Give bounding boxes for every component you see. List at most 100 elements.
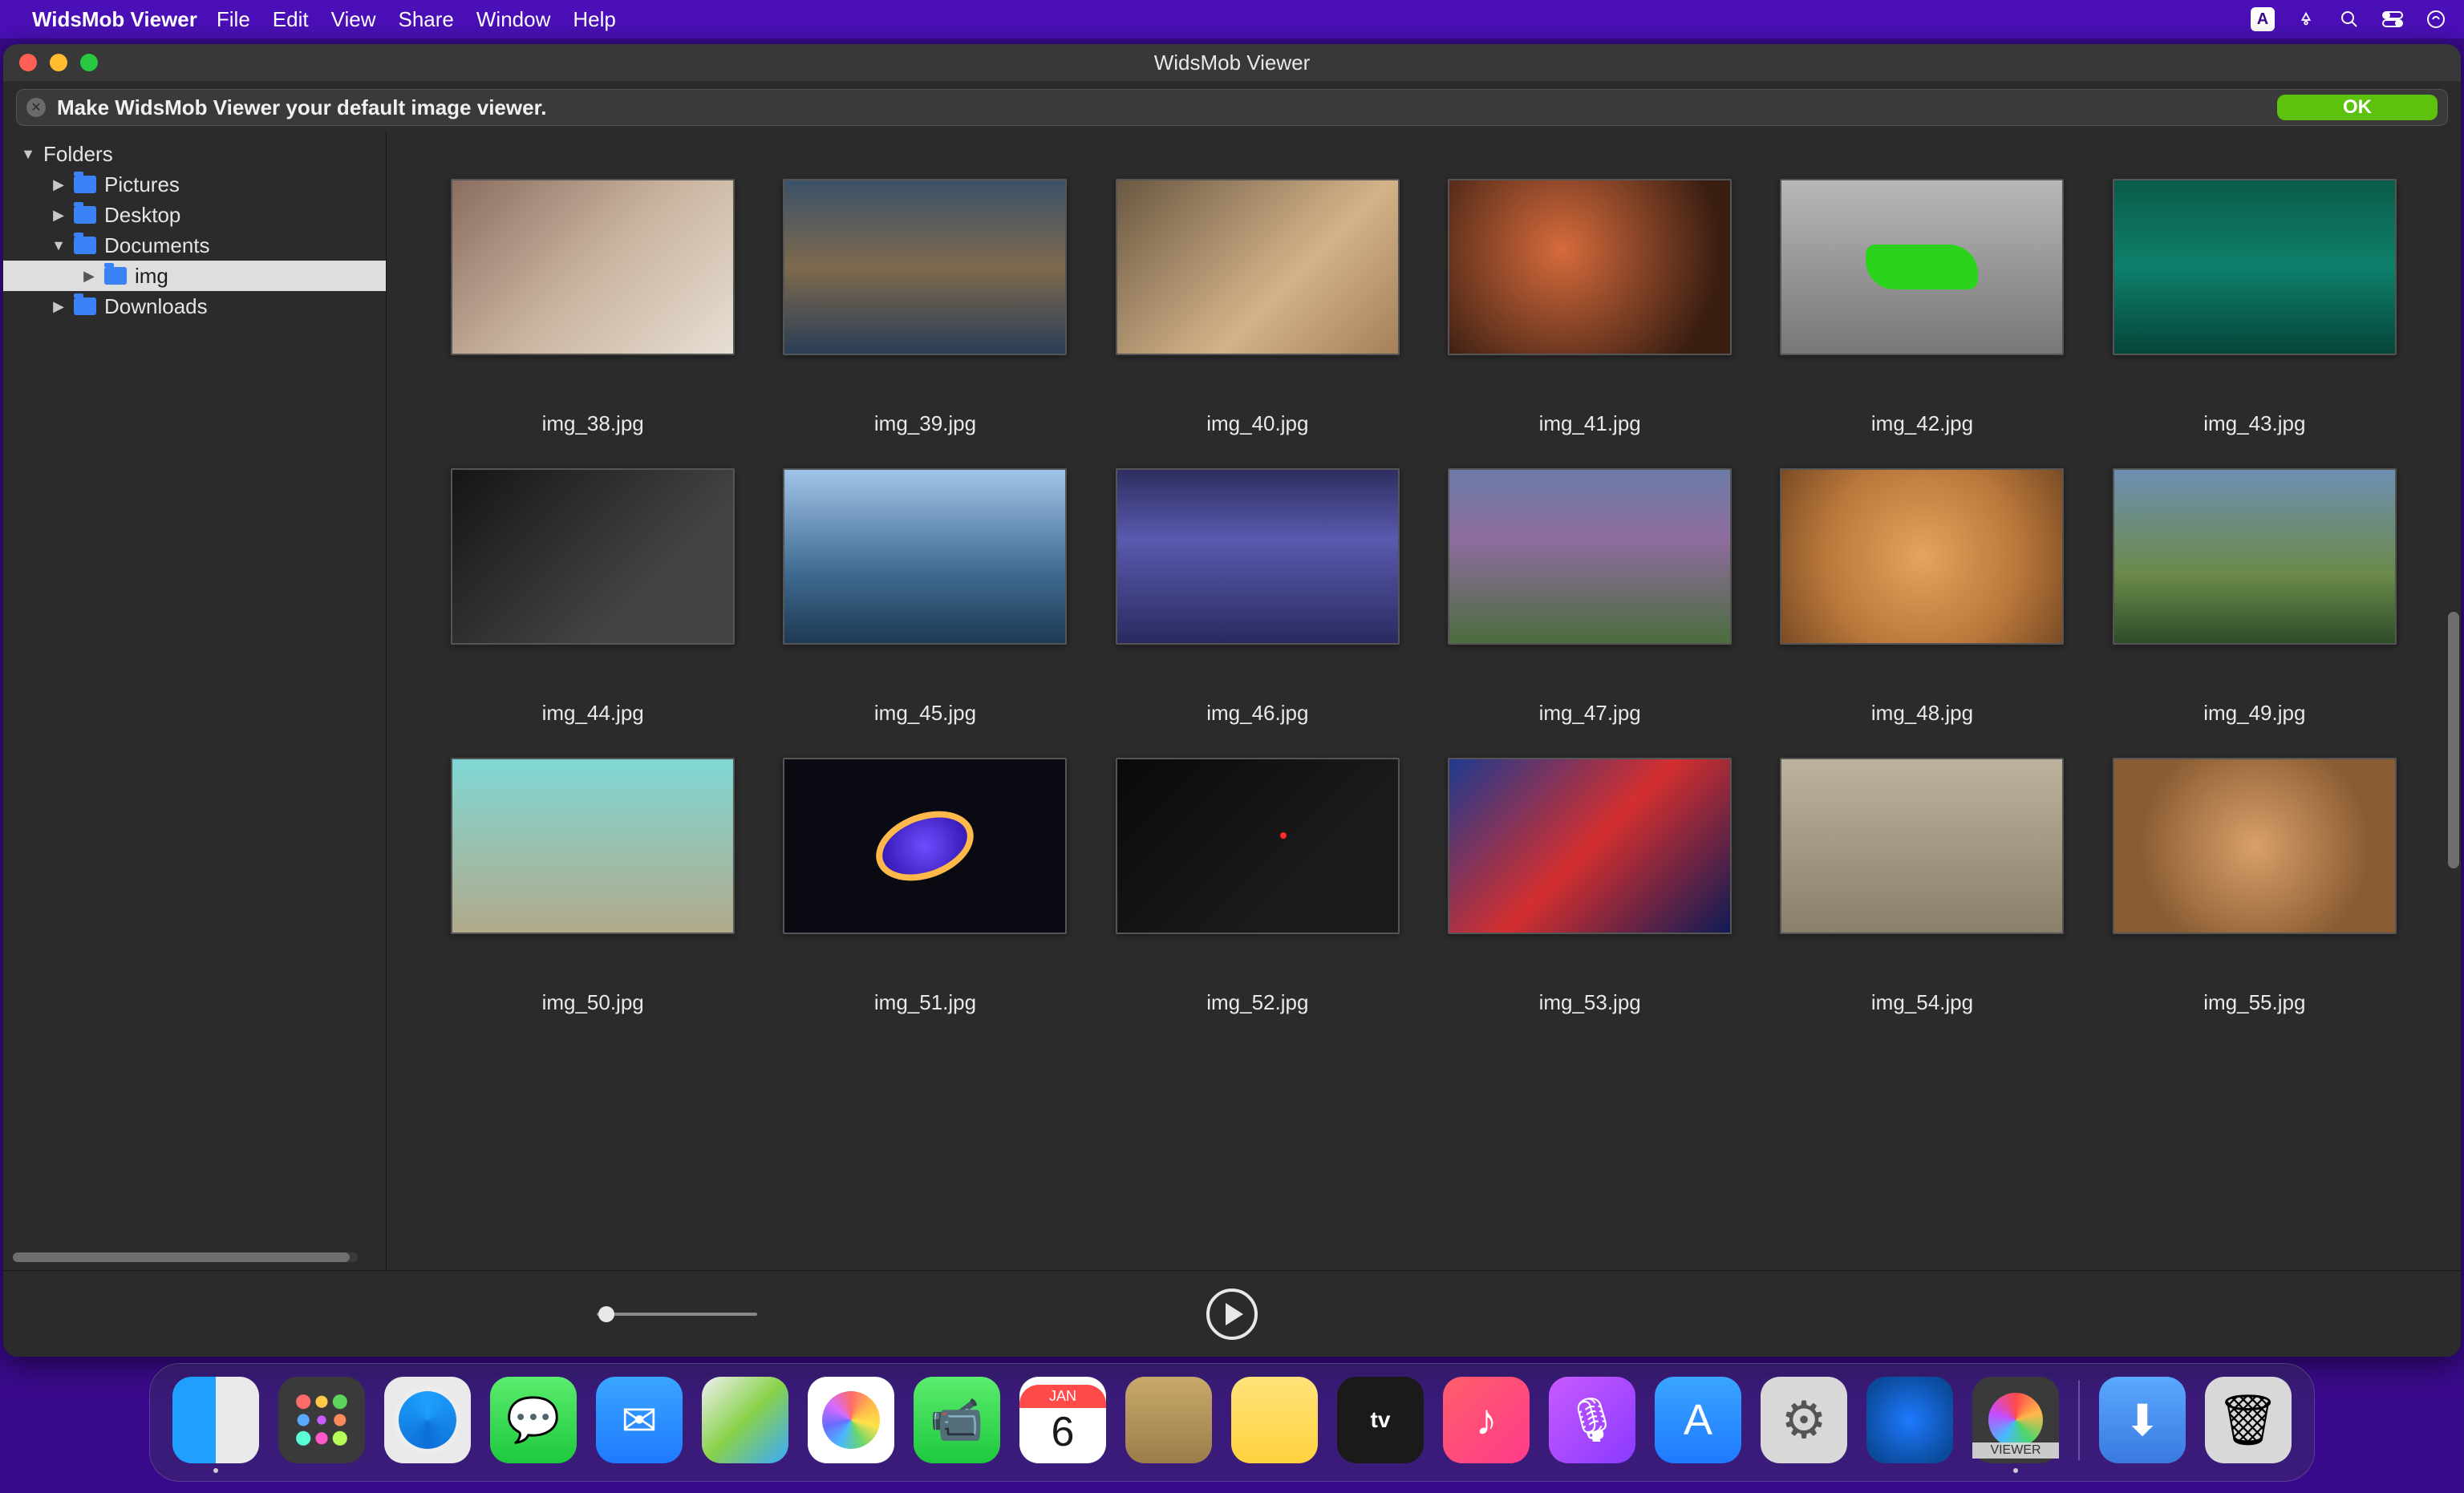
menu-help[interactable]: Help <box>573 7 615 32</box>
dock-downloads-icon[interactable]: ⬇ <box>2099 1377 2186 1463</box>
dock-notes-icon[interactable] <box>1231 1377 1318 1463</box>
content-vertical-scrollbar[interactable] <box>2448 131 2459 1270</box>
thumbnail-item[interactable]: img_43.jpg <box>2097 179 2413 436</box>
dock-calendar-icon[interactable]: JAN 6 <box>1019 1377 1106 1463</box>
menu-edit[interactable]: Edit <box>273 7 309 32</box>
thumbnail-filename: img_44.jpg <box>542 701 644 726</box>
titlebar: WidsMob Viewer <box>3 44 2461 81</box>
banner-ok-button[interactable]: OK <box>2277 95 2438 120</box>
dock-trash-icon[interactable] <box>2205 1377 2292 1463</box>
thumbnail-item[interactable]: img_42.jpg <box>1764 179 2080 436</box>
thumbnail-item[interactable]: img_51.jpg <box>767 758 1083 1015</box>
dock-finder-icon[interactable] <box>172 1377 259 1463</box>
dock-launchpad-icon[interactable] <box>278 1377 365 1463</box>
thumbnail-item[interactable]: img_41.jpg <box>1432 179 1748 436</box>
dock-photos-icon[interactable] <box>808 1377 894 1463</box>
dock-music-icon[interactable]: ♪ <box>1443 1377 1530 1463</box>
window-minimize-button[interactable] <box>50 54 67 71</box>
thumbnail-filename: img_41.jpg <box>1539 411 1641 436</box>
thumbnail-image <box>1116 468 1400 645</box>
input-method-icon[interactable]: A <box>2251 7 2275 31</box>
thumbnail-item[interactable]: img_46.jpg <box>1100 468 1416 726</box>
thumbnail-filename: img_45.jpg <box>874 701 976 726</box>
thumbnail-filename: img_52.jpg <box>1206 990 1308 1015</box>
window-close-button[interactable] <box>19 54 37 71</box>
thumbnail-image <box>1448 468 1732 645</box>
dock-tv-icon[interactable]: tv <box>1337 1377 1424 1463</box>
thumbnail-filename: img_49.jpg <box>2203 701 2305 726</box>
thumbnail-filename: img_48.jpg <box>1871 701 1973 726</box>
spotlight-icon[interactable] <box>2337 7 2361 31</box>
thumbnail-image <box>451 758 735 934</box>
siri-icon[interactable] <box>2424 7 2448 31</box>
thumbnail-image <box>1780 468 2064 645</box>
thumbnail-item[interactable]: img_38.jpg <box>435 179 751 436</box>
dock-mail-icon[interactable]: ✉ <box>596 1377 683 1463</box>
thumbnail-image <box>451 468 735 645</box>
thumbnail-item[interactable]: img_47.jpg <box>1432 468 1748 726</box>
sidebar-item-img[interactable]: ▶ img <box>3 261 386 291</box>
thumbnail-item[interactable]: img_54.jpg <box>1764 758 2080 1015</box>
thumbnail-filename: img_54.jpg <box>1871 990 1973 1015</box>
menubar: WidsMob Viewer File Edit View Share Wind… <box>0 0 2464 38</box>
bottom-toolbar <box>3 1270 2461 1357</box>
thumbnail-image <box>783 179 1067 355</box>
sidebar-item-desktop[interactable]: ▶ Desktop <box>3 200 386 230</box>
sidebar-horizontal-scrollbar[interactable] <box>13 1252 358 1262</box>
thumbnail-filename: img_51.jpg <box>874 990 976 1015</box>
thumbnail-item[interactable]: img_39.jpg <box>767 179 1083 436</box>
thumbnail-image <box>783 468 1067 645</box>
airdrop-icon[interactable] <box>2294 7 2318 31</box>
thumbnail-filename: img_40.jpg <box>1206 411 1308 436</box>
dock-messages-icon[interactable]: 💬 <box>490 1377 577 1463</box>
thumbnail-item[interactable]: img_49.jpg <box>2097 468 2413 726</box>
thumbnail-image <box>1448 179 1732 355</box>
sidebar-item-pictures[interactable]: ▶ Pictures <box>3 169 386 200</box>
dock-appstore-icon[interactable]: A <box>1655 1377 1741 1463</box>
thumbnail-item[interactable]: img_48.jpg <box>1764 468 2080 726</box>
thumbnail-item[interactable]: img_44.jpg <box>435 468 751 726</box>
dock-widsmob-viewer-icon[interactable] <box>1972 1377 2059 1463</box>
dock-contacts-icon[interactable] <box>1125 1377 1212 1463</box>
thumbnail-image <box>2113 468 2397 645</box>
menu-share[interactable]: Share <box>399 7 454 32</box>
dock-facetime-icon[interactable]: 📹 <box>914 1377 1000 1463</box>
app-name[interactable]: WidsMob Viewer <box>32 7 197 32</box>
sidebar-item-downloads[interactable]: ▶ Downloads <box>3 291 386 322</box>
thumbnail-item[interactable]: img_40.jpg <box>1100 179 1416 436</box>
app-window: WidsMob Viewer ✕ Make WidsMob Viewer you… <box>3 44 2461 1357</box>
dock-maps-icon[interactable] <box>702 1377 788 1463</box>
chevron-down-icon: ▼ <box>51 237 66 254</box>
dock-preview-icon[interactable] <box>1866 1377 1953 1463</box>
sidebar-item-label: img <box>135 264 168 289</box>
banner-close-icon[interactable]: ✕ <box>26 98 46 117</box>
thumbnail-image <box>1116 179 1400 355</box>
dock-settings-icon[interactable] <box>1761 1377 1847 1463</box>
thumbnail-item[interactable]: img_52.jpg <box>1100 758 1416 1015</box>
thumbnail-item[interactable]: img_55.jpg <box>2097 758 2413 1015</box>
sidebar-root-label: Folders <box>43 142 113 167</box>
thumbnail-image <box>1780 179 2064 355</box>
chevron-down-icon: ▼ <box>21 146 35 163</box>
folder-icon <box>74 176 96 193</box>
calendar-day-label: 6 <box>1052 1408 1075 1456</box>
dock-podcasts-icon[interactable]: 🎙 <box>1549 1377 1635 1463</box>
window-zoom-button[interactable] <box>80 54 98 71</box>
thumbnail-size-slider[interactable] <box>597 1313 757 1316</box>
menu-view[interactable]: View <box>331 7 376 32</box>
chevron-right-icon: ▶ <box>82 268 96 285</box>
thumbnail-filename: img_47.jpg <box>1539 701 1641 726</box>
dock-safari-icon[interactable] <box>384 1377 471 1463</box>
thumbnail-image <box>1448 758 1732 934</box>
folder-icon <box>74 237 96 254</box>
slideshow-play-button[interactable] <box>1206 1289 1258 1340</box>
menu-window[interactable]: Window <box>476 7 550 32</box>
thumbnail-item[interactable]: img_50.jpg <box>435 758 751 1015</box>
menu-file[interactable]: File <box>217 7 250 32</box>
thumbnail-item[interactable]: img_53.jpg <box>1432 758 1748 1015</box>
control-center-icon[interactable] <box>2381 7 2405 31</box>
sidebar-root-folders[interactable]: ▼ Folders <box>3 139 386 169</box>
thumbnail-filename: img_43.jpg <box>2203 411 2305 436</box>
thumbnail-item[interactable]: img_45.jpg <box>767 468 1083 726</box>
sidebar-item-documents[interactable]: ▼ Documents <box>3 230 386 261</box>
